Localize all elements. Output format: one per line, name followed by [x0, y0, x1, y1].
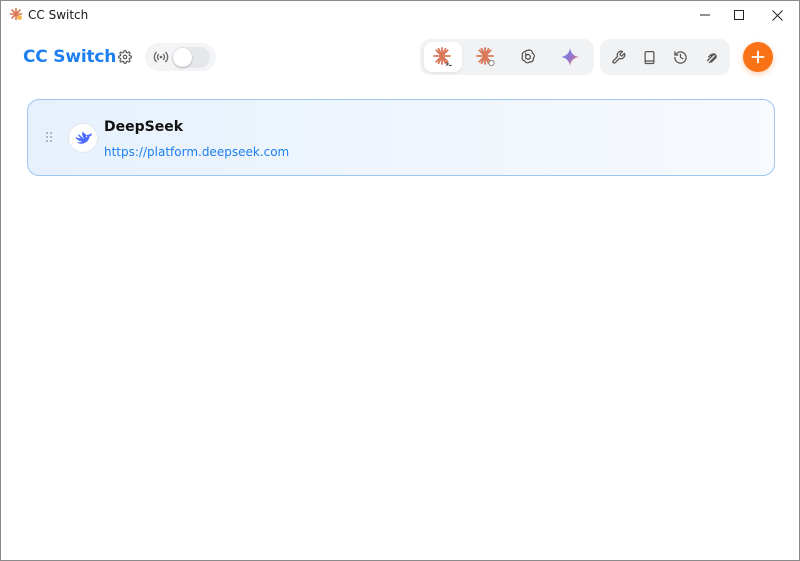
claude-icon: [476, 47, 495, 67]
maximize-button[interactable]: [721, 1, 757, 29]
provider-card[interactable]: DeepSeek https://platform.deepseek.com: [27, 99, 775, 176]
provider-avatar: [68, 123, 98, 153]
plus-icon: [751, 50, 765, 64]
window-title: CC Switch: [28, 8, 89, 22]
tools-toolbar: [600, 39, 730, 75]
app-logo-icon: [9, 7, 23, 21]
provider-url-link[interactable]: https://platform.deepseek.com: [104, 145, 289, 159]
brand-title[interactable]: CC Switch: [23, 47, 116, 67]
proxy-toggle[interactable]: [172, 47, 210, 68]
app-switcher: [420, 39, 594, 75]
minimize-button[interactable]: [687, 1, 723, 29]
close-button[interactable]: [759, 1, 795, 29]
tab-claude-code[interactable]: [424, 42, 462, 72]
openai-icon: [521, 49, 535, 64]
history-icon: [673, 50, 687, 64]
toggle-knob: [173, 48, 192, 67]
tab-gemini[interactable]: [551, 42, 589, 72]
title-bar[interactable]: CC Switch: [1, 1, 799, 29]
tab-claude[interactable]: [467, 42, 505, 72]
app-window: CC Switch CC Switch DeepSeek https://pla…: [0, 0, 800, 561]
tab-codex[interactable]: [509, 42, 547, 72]
drag-handle-icon[interactable]: [45, 131, 53, 143]
book-icon: [644, 50, 654, 64]
skills-button[interactable]: [699, 44, 725, 70]
claude-terminal-icon: [433, 47, 452, 66]
prompts-button[interactable]: [636, 44, 662, 70]
close-icon: [771, 9, 783, 21]
gemini-icon: [561, 48, 579, 66]
provider-name: DeepSeek: [104, 119, 184, 135]
gear-icon: [118, 50, 132, 64]
history-button[interactable]: [667, 44, 693, 70]
maximize-icon: [734, 10, 744, 20]
add-provider-button[interactable]: [743, 42, 773, 72]
deepseek-whale-icon: [75, 131, 92, 144]
wrench-icon: [611, 50, 625, 64]
settings-button[interactable]: [115, 47, 135, 67]
proxy-control: [145, 43, 216, 71]
tools-button[interactable]: [605, 44, 631, 70]
broadcast-icon: [153, 51, 169, 63]
skills-icon: [706, 52, 717, 63]
minimize-icon: [700, 14, 710, 16]
